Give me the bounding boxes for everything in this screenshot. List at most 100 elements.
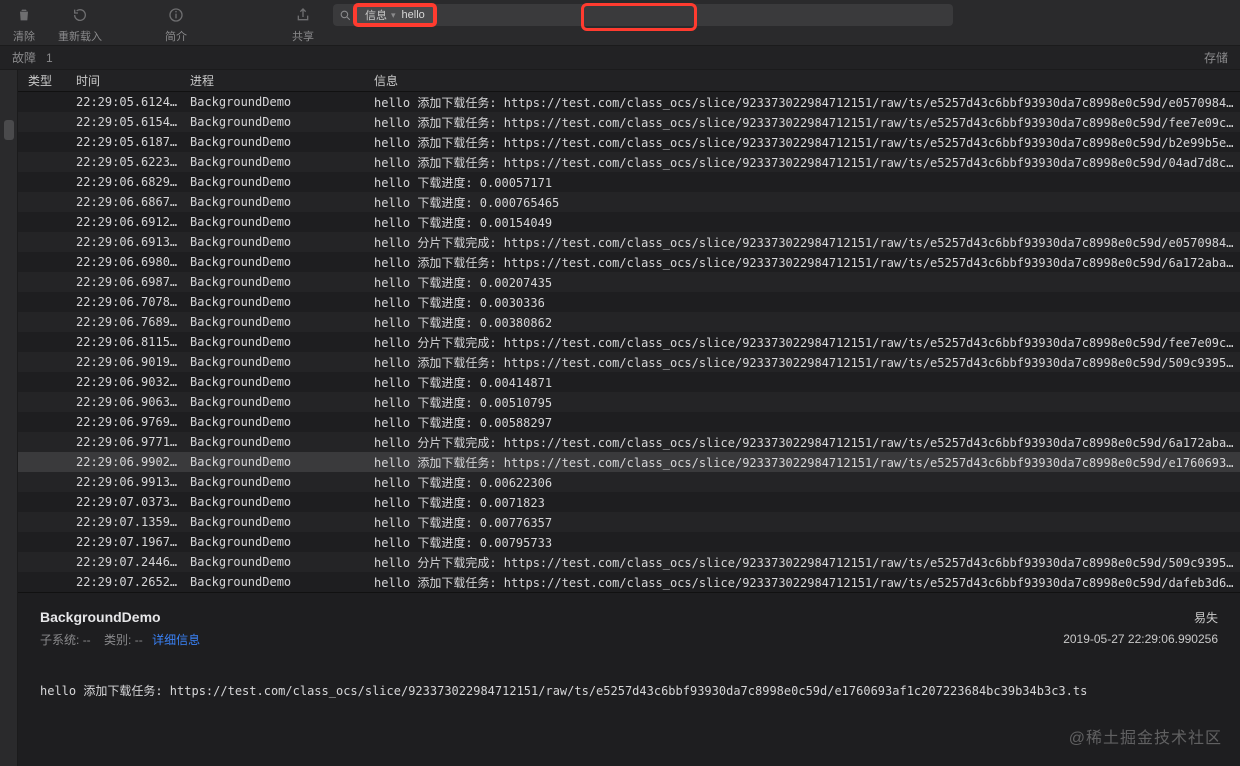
table-row[interactable]: 22:29:06.901955BackgroundDemohello 添加下载任… [18, 352, 1240, 372]
cell-process: BackgroundDemo [184, 255, 368, 269]
cell-time: 22:29:06.768987 [70, 315, 184, 329]
cell-process: BackgroundDemo [184, 235, 368, 249]
search-icon [339, 9, 352, 22]
cell-time: 22:29:05.615487 [70, 115, 184, 129]
table-row[interactable]: 22:29:06.811539BackgroundDemohello 分片下载完… [18, 332, 1240, 352]
cell-time: 22:29:07.244607 [70, 555, 184, 569]
cell-time: 22:29:06.682945 [70, 175, 184, 189]
detail-timestamp: 2019-05-27 22:29:06.990256 [1063, 632, 1218, 646]
table-row[interactable]: 22:29:07.037376BackgroundDemohello 下载进度:… [18, 492, 1240, 512]
cell-process: BackgroundDemo [184, 215, 368, 229]
table-row[interactable]: 22:29:06.990256BackgroundDemohello 添加下载任… [18, 452, 1240, 472]
cell-time: 22:29:07.196767 [70, 535, 184, 549]
table-row[interactable]: 22:29:06.691373BackgroundDemohello 分片下载完… [18, 232, 1240, 252]
col-time[interactable]: 时间 [70, 72, 184, 89]
table-row[interactable]: 22:29:05.612408BackgroundDemohello 添加下载任… [18, 92, 1240, 112]
cell-time: 22:29:05.618787 [70, 135, 184, 149]
cell-process: BackgroundDemo [184, 495, 368, 509]
table-row[interactable]: 22:29:07.244607BackgroundDemohello 分片下载完… [18, 552, 1240, 572]
share-icon [295, 7, 311, 23]
cell-message: hello 添加下载任务: https://test.com/class_ocs… [368, 154, 1240, 171]
cell-process: BackgroundDemo [184, 275, 368, 289]
info-button[interactable] [160, 4, 192, 26]
reload-label: 重新载入 [58, 28, 102, 44]
table-row[interactable]: 22:29:06.903291BackgroundDemohello 下载进度:… [18, 372, 1240, 392]
cell-message: hello 添加下载任务: https://test.com/class_ocs… [368, 454, 1240, 471]
cell-message: hello 下载进度: 0.00622306 [368, 474, 1240, 491]
table-row[interactable]: 22:29:06.707893BackgroundDemohello 下载进度:… [18, 292, 1240, 312]
cell-process: BackgroundDemo [184, 435, 368, 449]
share-button[interactable] [287, 4, 319, 26]
cell-process: BackgroundDemo [184, 355, 368, 369]
cell-time: 22:29:07.037376 [70, 495, 184, 509]
cell-message: hello 下载进度: 0.00057171 [368, 174, 1240, 191]
detail-more-link[interactable]: 详细信息 [152, 633, 200, 647]
table-row[interactable]: 22:29:07.135923BackgroundDemohello 下载进度:… [18, 512, 1240, 532]
share-label: 共享 [292, 28, 314, 44]
cell-message: hello 下载进度: 0.00207435 [368, 274, 1240, 291]
cell-message: hello 添加下载任务: https://test.com/class_ocs… [368, 354, 1240, 371]
table-row[interactable]: 22:29:06.906352BackgroundDemohello 下载进度:… [18, 392, 1240, 412]
col-message[interactable]: 信息 [368, 72, 1240, 89]
table-row[interactable]: 22:29:06.691255BackgroundDemohello 下载进度:… [18, 212, 1240, 232]
table-header: 类型 时间 进程 信息 [18, 70, 1240, 92]
clear-label: 清除 [13, 28, 35, 44]
cell-message: hello 下载进度: 0.00414871 [368, 374, 1240, 391]
table-row[interactable]: 22:29:06.682945BackgroundDemohello 下载进度:… [18, 172, 1240, 192]
table-row[interactable]: 22:29:06.977103BackgroundDemohello 分片下载完… [18, 432, 1240, 452]
cell-message: hello 下载进度: 0.00510795 [368, 394, 1240, 411]
cell-message: hello 分片下载完成: https://test.com/class_ocs… [368, 434, 1240, 451]
save-button[interactable]: 存储 [1204, 49, 1228, 66]
cell-time: 22:29:06.691255 [70, 215, 184, 229]
filter-value: hello [402, 9, 425, 21]
table-row[interactable]: 22:29:05.622364BackgroundDemohello 添加下载任… [18, 152, 1240, 172]
cell-message: hello 下载进度: 0.0071823 [368, 494, 1240, 511]
col-process[interactable]: 进程 [184, 72, 368, 89]
detail-category-value: -- [135, 633, 143, 647]
cell-message: hello 下载进度: 0.000765465 [368, 194, 1240, 211]
table-row[interactable]: 22:29:06.686729BackgroundDemohello 下载进度:… [18, 192, 1240, 212]
cell-process: BackgroundDemo [184, 535, 368, 549]
table-row[interactable]: 22:29:06.698767BackgroundDemohello 下载进度:… [18, 272, 1240, 292]
cell-time: 22:29:07.265220 [70, 575, 184, 589]
info-icon [168, 7, 184, 23]
sidebar-handle[interactable] [4, 120, 14, 140]
trash-icon [16, 7, 32, 23]
cell-process: BackgroundDemo [184, 115, 368, 129]
info-label: 简介 [165, 28, 187, 44]
table-row[interactable]: 22:29:05.615487BackgroundDemohello 添加下载任… [18, 112, 1240, 132]
crumb-device[interactable]: 故障 [12, 49, 36, 66]
detail-subsystem-value: -- [83, 633, 91, 647]
detail-subsystem-label: 子系统: [40, 633, 79, 647]
cell-time: 22:29:06.698767 [70, 275, 184, 289]
cell-process: BackgroundDemo [184, 295, 368, 309]
cell-process: BackgroundDemo [184, 315, 368, 329]
table-row[interactable]: 22:29:05.618787BackgroundDemohello 添加下载任… [18, 132, 1240, 152]
reload-button[interactable] [64, 4, 96, 26]
table-row[interactable]: 22:29:06.991361BackgroundDemohello 下载进度:… [18, 472, 1240, 492]
table-row[interactable]: 22:29:06.976920BackgroundDemohello 下载进度:… [18, 412, 1240, 432]
table-row[interactable]: 22:29:06.698086BackgroundDemohello 添加下载任… [18, 252, 1240, 272]
cell-process: BackgroundDemo [184, 335, 368, 349]
detail-volatile: 易失 [1063, 609, 1218, 626]
table-row[interactable]: 22:29:06.768987BackgroundDemohello 下载进度:… [18, 312, 1240, 332]
cell-message: hello 下载进度: 0.00380862 [368, 314, 1240, 331]
cell-message: hello 分片下载完成: https://test.com/class_ocs… [368, 334, 1240, 351]
cell-time: 22:29:05.612408 [70, 95, 184, 109]
cell-message: hello 添加下载任务: https://test.com/class_ocs… [368, 114, 1240, 131]
cell-message: hello 下载进度: 0.0030336 [368, 294, 1240, 311]
cell-time: 22:29:06.686729 [70, 195, 184, 209]
clear-button[interactable] [8, 4, 40, 26]
cell-time: 22:29:06.990256 [70, 455, 184, 469]
search-field[interactable]: 信息 ▾ hello [333, 4, 953, 26]
cell-time: 22:29:05.622364 [70, 155, 184, 169]
col-type[interactable]: 类型 [22, 72, 70, 89]
cell-process: BackgroundDemo [184, 375, 368, 389]
cell-message: hello 下载进度: 0.00776357 [368, 514, 1240, 531]
table-row[interactable]: 22:29:07.196767BackgroundDemohello 下载进度:… [18, 532, 1240, 552]
cell-message: hello 添加下载任务: https://test.com/class_ocs… [368, 94, 1240, 111]
cell-message: hello 添加下载任务: https://test.com/class_ocs… [368, 254, 1240, 271]
cell-time: 22:29:06.901955 [70, 355, 184, 369]
table-row[interactable]: 22:29:07.265220BackgroundDemohello 添加下载任… [18, 572, 1240, 592]
search-filter-token[interactable]: 信息 ▾ hello [354, 4, 436, 26]
